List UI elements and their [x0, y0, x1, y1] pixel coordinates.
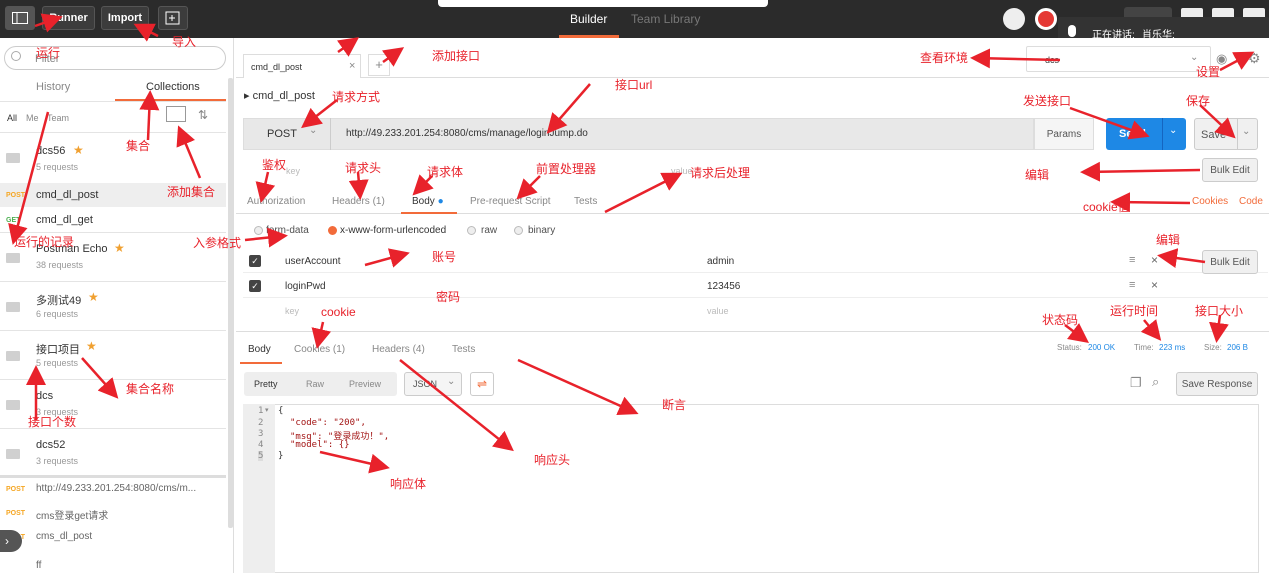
arrow-collection-name [81, 357, 119, 399]
annotation-pre: 前置处理器 [536, 162, 597, 176]
annotation-response-header: 响应头 [534, 453, 571, 467]
annotation-request-method: 请求方式 [332, 90, 381, 104]
annotation-collection-name: 集合名称 [126, 382, 175, 396]
annotation-request-body: 请求体 [427, 165, 464, 179]
arrow-edit [1080, 161, 1201, 182]
annotation-count: 接口个数 [28, 415, 77, 429]
arrow-view-env [970, 48, 1061, 69]
arrow-response-header [399, 359, 514, 452]
annotation-edit2: 编辑 [1156, 233, 1181, 247]
annotation-interface-url: 接口url [615, 78, 653, 92]
annotation-request-header: 请求头 [345, 161, 382, 175]
arrow-pre [516, 175, 541, 200]
annotation-view-env: 查看环境 [920, 51, 969, 65]
annotation-import: 导入 [172, 35, 197, 49]
annotation-run-time: 运行时间 [1110, 304, 1159, 318]
arrow-cookie-tab [311, 321, 332, 349]
arrow-add-interface [381, 47, 405, 67]
arrow-tests [604, 172, 683, 214]
arrow-param-format [244, 227, 288, 248]
arrow-send [1069, 106, 1150, 140]
annotation-collection: 集合 [126, 139, 151, 153]
annotation-run-records: 运行的记录 [14, 235, 75, 249]
annotation-edit: 编辑 [1025, 168, 1050, 182]
arrow-settings [1219, 51, 1255, 72]
arrow-import [133, 23, 159, 42]
arrow-url [546, 83, 591, 134]
annotation-password: 密码 [436, 290, 461, 304]
annotation-size: 接口大小 [1195, 304, 1244, 318]
annotation-settings: 设置 [1196, 65, 1221, 79]
annotation-cookie: cookie [321, 305, 356, 319]
annotation-param-format: 入参格式 [193, 236, 242, 250]
annotation-post: 请求后处理 [690, 166, 751, 180]
annotation-account: 账号 [432, 250, 457, 264]
annotation-send: 发送接口 [1023, 94, 1072, 108]
annotation-run: 运行 [36, 46, 61, 60]
annotation-cookie-code: cookie值 [1083, 200, 1130, 214]
arrow-run [34, 13, 63, 33]
annotation-status: 状态码 [1042, 313, 1079, 327]
annotation-auth: 鉴权 [262, 158, 287, 172]
annotation-response-body: 响应体 [390, 477, 427, 491]
arrow-edit2 [1157, 248, 1206, 268]
arrow-records [8, 111, 50, 245]
arrow-collection [139, 90, 160, 141]
arrow-time [1140, 319, 1162, 341]
annotation-add-collection: 添加集合 [167, 185, 216, 199]
annotation-assertion: 断言 [662, 398, 687, 412]
arrow-save [1199, 104, 1236, 139]
annotation-add-interface: 添加接口 [432, 49, 481, 63]
arrow-response-body [319, 450, 390, 474]
arrow-add-collection [176, 125, 202, 179]
arrow-assertion [517, 358, 639, 415]
arrow-tab [336, 37, 360, 57]
arrow-auth [255, 171, 276, 203]
arrow-account [364, 248, 410, 268]
annotation-save: 保存 [1186, 94, 1211, 108]
